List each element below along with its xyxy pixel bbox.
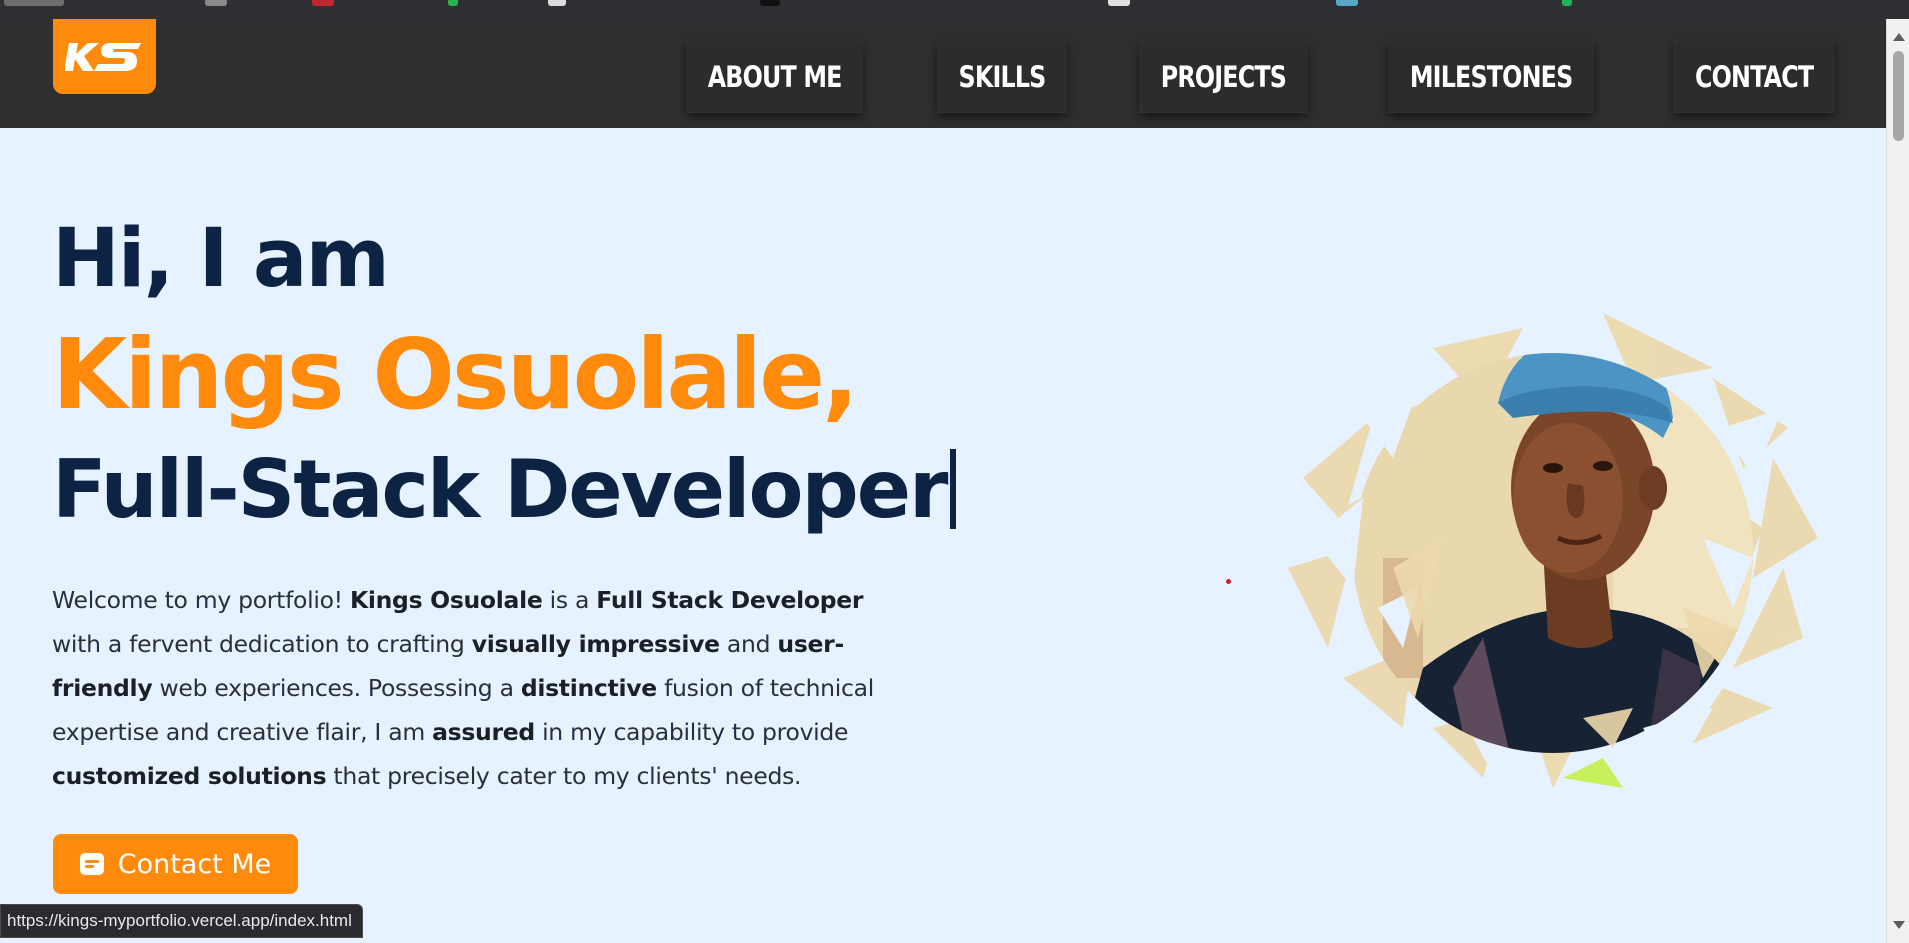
bookmark-icon[interactable] [4,0,64,6]
bio-bold: customized solutions [52,762,327,790]
bookmark-icon[interactable] [760,0,780,6]
ks-logo-icon [64,42,141,71]
bio-text: with a fervent dedication to crafting [52,630,472,658]
typing-cursor [950,449,957,529]
nav-about-me[interactable]: ABOUT ME [686,41,864,113]
bookmark-icon[interactable] [1562,0,1572,6]
status-bar-url: https://kings-myportfolio.vercel.app/ind… [0,904,363,938]
scroll-thumb[interactable] [1893,51,1904,141]
bio-bold: Full Stack Developer [596,586,864,614]
contact-me-label: Contact Me [117,848,272,880]
bio-bold: visually impressive [471,630,720,658]
bio-text: Welcome to my portfolio! [52,586,350,614]
ks-logo[interactable] [53,19,156,94]
cursor-dot [1226,579,1231,584]
browser-bookmarks-strip [0,0,1909,19]
bio-text: in my capability to provide [534,718,849,746]
profile-portrait [1288,313,1818,793]
bookmark-icon[interactable] [448,0,458,6]
main-nav: ABOUT ME SKILLS PROJECTS MILESTONES CONT… [667,41,1852,113]
bookmark-icon[interactable] [205,0,227,6]
bio-bold: distinctive [520,674,657,702]
hero-greeting: Hi, I am [52,212,390,306]
chat-icon [79,853,104,875]
hero-name: Kings Osuolale, [52,318,859,431]
hero-role-text: Full-Stack Developer [52,443,948,536]
bio-text: and [719,630,778,658]
nav-milestones[interactable]: MILESTONES [1388,41,1594,113]
bookmark-icon[interactable] [1108,0,1130,6]
bio-bold: Kings Osuolale [349,586,543,614]
bio-bold: assured [432,718,535,746]
nav-contact[interactable]: CONTACT [1673,41,1835,113]
bookmark-icon[interactable] [312,0,334,6]
site-header: ABOUT ME SKILLS PROJECTS MILESTONES CONT… [0,19,1886,128]
page-scrollbar[interactable] [1886,19,1909,943]
hero-bio: Welcome to my portfolio! Kings Osuolale … [52,578,907,798]
bio-text: that precisely cater to my clients' need… [326,762,802,790]
bookmark-icon[interactable] [548,0,566,6]
bio-text: is a [542,586,597,614]
shirt-print [1563,758,1623,788]
nav-projects[interactable]: PROJECTS [1139,41,1308,113]
hero-role: Full-Stack Developer [52,443,957,536]
contact-me-button[interactable]: Contact Me [53,834,298,894]
bookmark-icon[interactable] [1336,0,1358,6]
scroll-down-arrow-icon[interactable] [1893,921,1905,929]
nav-skills[interactable]: SKILLS [936,41,1067,113]
scroll-up-arrow-icon[interactable] [1893,33,1905,41]
bio-text: web experiences. Possessing a [152,674,521,702]
